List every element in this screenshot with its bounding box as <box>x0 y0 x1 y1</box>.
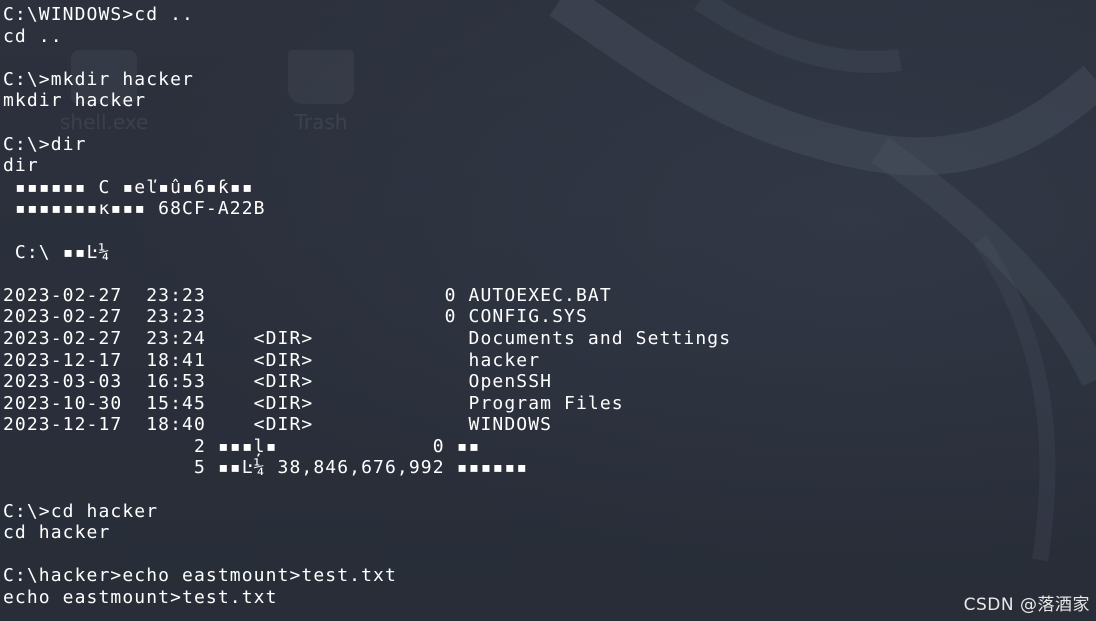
terminal-line: C:\hacker>echo eastmount>test.txt <box>3 565 397 587</box>
terminal-line: cd hacker <box>3 522 111 544</box>
terminal-line: 5 ▪▪Ŀ¼ 38,846,676,992 ▪▪▪▪▪▪ <box>3 457 529 479</box>
terminal-line: 2023-10-30 15:45 <DIR> Program Files <box>3 392 624 414</box>
terminal-line: 2023-02-27 23:23 0 CONFIG.SYS <box>3 306 588 328</box>
terminal-line: ▪▪▪▪▪▪ C ▪eľ▪û▪6▪ƙ▪▪ <box>3 176 254 198</box>
terminal-line: 2023-02-27 23:23 0 AUTOEXEC.BAT <box>3 284 612 306</box>
terminal-line: C:\>mkdir hacker <box>3 68 194 90</box>
terminal-line: 2023-12-17 18:41 <DIR> hacker <box>3 349 541 371</box>
terminal-line: dir <box>3 155 39 177</box>
watermark: CSDN @落酒家 <box>963 595 1090 615</box>
terminal-line: mkdir hacker <box>3 90 147 112</box>
terminal-line: C:\ ▪▪Ŀ¼ <box>3 241 111 263</box>
terminal-output[interactable]: C:\WINDOWS>cd .. cd .. C:\>mkdir hacker mkd… <box>3 4 1083 609</box>
terminal-window: shell.exe Trash C:\WINDOWS>cd .. cd .. C:\… <box>0 0 1096 621</box>
terminal-line: 2 ▪▪▪ļ▪ 0 ▪▪ <box>3 435 481 457</box>
terminal-line: cd .. <box>3 25 63 47</box>
terminal-line: C:\>dir <box>3 133 87 155</box>
terminal-line: C:\WINDOWS>cd .. <box>3 4 194 25</box>
terminal-line: 2023-12-17 18:40 <DIR> WINDOWS <box>3 414 553 436</box>
terminal-line: 2023-03-03 16:53 <DIR> OpenSSH <box>3 371 553 393</box>
terminal-line: ▪▪▪▪▪▪▪κ▪▪▪ 68CF-A22B <box>3 198 266 220</box>
terminal-line: echo eastmount>test.txt <box>3 587 278 609</box>
terminal-line: 2023-02-27 23:24 <DIR> Documents and Set… <box>3 327 732 349</box>
terminal-line: C:\>cd hacker <box>3 500 159 522</box>
